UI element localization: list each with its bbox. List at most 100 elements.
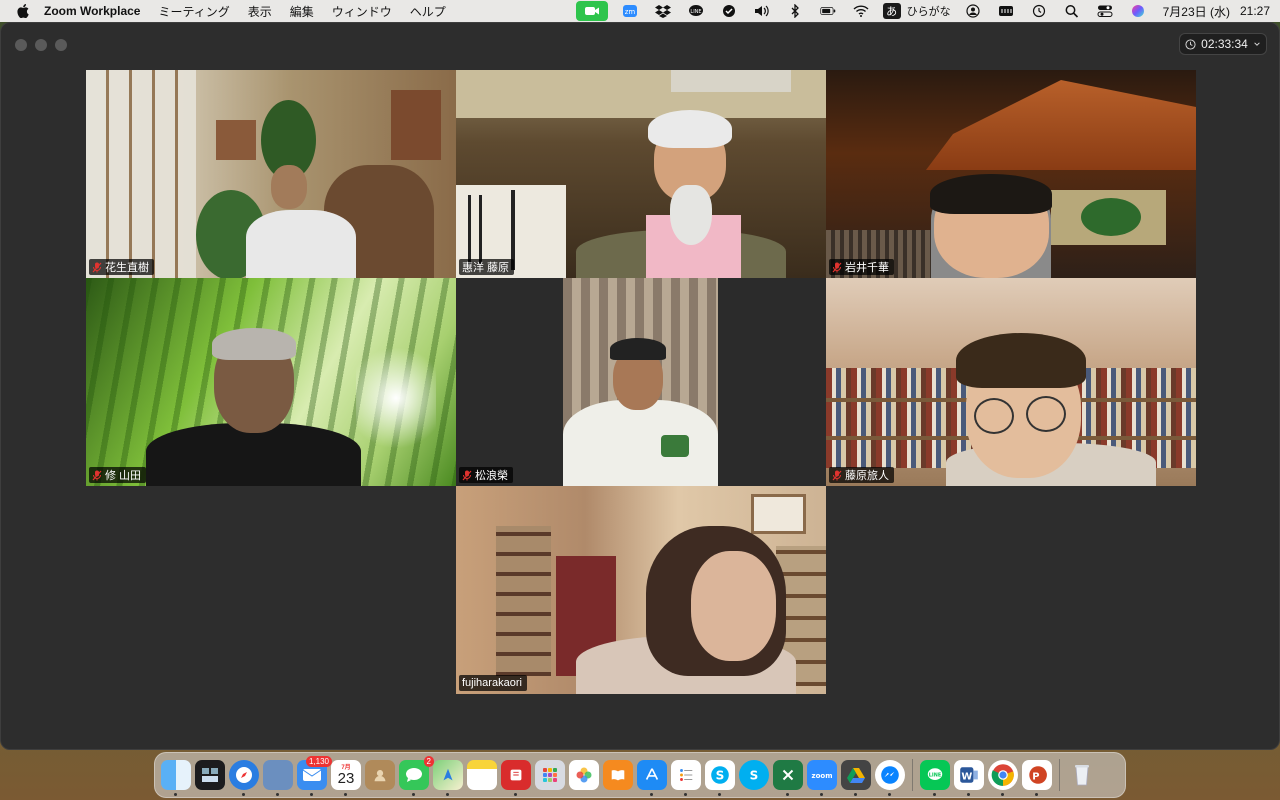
word-icon[interactable]: W: [954, 760, 984, 796]
close-window-button[interactable]: [15, 39, 27, 51]
participant-name: 修 山田: [105, 470, 142, 482]
participant-name-tag: 花生直樹: [89, 259, 154, 275]
finder-icon[interactable]: [161, 760, 191, 796]
messages-icon[interactable]: 2: [399, 756, 434, 796]
input-method-icon[interactable]: あ: [882, 3, 901, 19]
svg-text:S: S: [750, 769, 759, 783]
participant-cap: [610, 338, 666, 360]
calendar-day: 23: [337, 769, 355, 787]
zoom-menu-icon[interactable]: zm: [619, 3, 641, 19]
video-tile[interactable]: 惠洋 藤原: [456, 70, 826, 278]
time-machine-icon[interactable]: [1028, 3, 1050, 19]
calendar-icon[interactable]: 7月 23: [331, 760, 361, 796]
dock-separator: [1059, 759, 1060, 791]
skype-business-icon[interactable]: S: [739, 760, 769, 790]
menubar-time[interactable]: 21:27: [1240, 4, 1270, 18]
mission-control-icon[interactable]: [195, 760, 225, 790]
skype-icon[interactable]: S: [705, 760, 735, 796]
zoom-icon[interactable]: zoom: [807, 760, 837, 796]
books-icon[interactable]: [603, 760, 633, 790]
launchpad-icon[interactable]: [535, 760, 565, 790]
participant-name: 藤原旅人: [845, 470, 889, 482]
flashcard-app-icon[interactable]: [501, 760, 531, 796]
muted-mic-icon: [462, 470, 472, 480]
bluetooth-icon[interactable]: [784, 3, 806, 19]
app-menu[interactable]: Zoom Workplace: [44, 4, 140, 18]
dropbox-icon[interactable]: [652, 3, 674, 19]
menubar-date[interactable]: 7月23日 (水): [1163, 3, 1230, 20]
participant-name-tag: 惠洋 藤原: [459, 259, 515, 275]
video-tile-active-speaker[interactable]: fujiharakaori: [456, 486, 826, 694]
apple-icon[interactable]: [16, 4, 30, 18]
powerpoint-icon[interactable]: P: [1022, 760, 1052, 796]
line-icon[interactable]: LINE: [685, 3, 707, 19]
preview-icon[interactable]: [263, 760, 293, 796]
app-store-icon[interactable]: [637, 760, 667, 796]
svg-text:S: S: [716, 768, 725, 782]
participant-name-tag: fujiharakaori: [459, 675, 527, 691]
participant-name-tag: 藤原旅人: [829, 467, 894, 483]
svg-text:LINE: LINE: [690, 9, 701, 15]
participant-name: fujiharakaori: [462, 677, 522, 689]
battery-icon[interactable]: [817, 3, 839, 19]
maps-icon[interactable]: [433, 760, 463, 796]
mail-icon[interactable]: 1,130: [297, 756, 332, 796]
chrome-icon[interactable]: [988, 760, 1018, 796]
menu-help[interactable]: ヘルプ: [410, 3, 446, 20]
svg-text:P: P: [1032, 771, 1039, 782]
siri-icon[interactable]: [1127, 3, 1149, 19]
maximize-window-button[interactable]: [55, 39, 67, 51]
participant-name-tag: 修 山田: [89, 467, 147, 483]
participant-name: 花生直樹: [105, 262, 149, 274]
video-tile[interactable]: 藤原旅人: [826, 278, 1196, 486]
menu-meeting[interactable]: ミーティング: [158, 3, 229, 20]
control-center-icon[interactable]: [1094, 3, 1116, 19]
video-tile[interactable]: 松浪榮: [456, 278, 826, 486]
excel-icon[interactable]: [773, 760, 803, 796]
svg-text:W: W: [961, 771, 972, 782]
search-icon[interactable]: [1061, 3, 1083, 19]
dock-separator: [912, 759, 913, 791]
video-tile[interactable]: 修 山田: [86, 278, 456, 486]
google-drive-icon[interactable]: [841, 760, 871, 796]
svg-text:LINE: LINE: [929, 772, 942, 778]
contacts-icon[interactable]: [365, 760, 395, 790]
zoom-video-status-icon[interactable]: [575, 1, 608, 21]
video-tile[interactable]: 岩井千華: [826, 70, 1196, 278]
menu-edit[interactable]: 編集: [290, 3, 314, 20]
participant-beard: [670, 185, 712, 245]
clock-icon: [1185, 38, 1196, 50]
participant-head: [691, 551, 776, 661]
reminders-icon[interactable]: [671, 760, 701, 796]
participant-body: [563, 400, 718, 486]
dock: 1,130 7月 23 2 S S zoom LINE W P: [154, 752, 1126, 798]
messenger-icon[interactable]: [875, 760, 905, 796]
input-method-label[interactable]: ひらがな: [907, 3, 951, 19]
safari-icon[interactable]: [229, 760, 259, 796]
istat-menus-icon[interactable]: [995, 3, 1017, 19]
user-account-icon[interactable]: [962, 3, 984, 19]
menu-window[interactable]: ウィンドウ: [332, 3, 392, 20]
minimize-window-button[interactable]: [35, 39, 47, 51]
menu-view[interactable]: 表示: [248, 3, 272, 20]
video-tile[interactable]: 花生直樹: [86, 70, 456, 278]
meeting-timer[interactable]: 02:33:34: [1179, 33, 1267, 55]
muted-mic-icon: [832, 262, 842, 272]
participant-hair: [648, 110, 732, 148]
wifi-icon[interactable]: [850, 3, 872, 19]
participant-hair: [956, 333, 1086, 388]
notes-icon[interactable]: [467, 760, 497, 790]
trash-icon[interactable]: [1067, 760, 1097, 790]
participant-name-tag: 岩井千華: [829, 259, 894, 275]
volume-icon[interactable]: [751, 3, 773, 19]
zoom-meeting-window: 02:33:34 花生直樹 惠洋 藤原 岩井千華 修 山田 松浪榮 藤原旅人 f…: [0, 22, 1280, 750]
line-app-icon[interactable]: LINE: [920, 760, 950, 796]
chevron-down-icon: [1254, 42, 1260, 46]
meeting-timer-value: 02:33:34: [1201, 37, 1248, 51]
participant-name: 松浪榮: [475, 470, 508, 482]
photos-icon[interactable]: [569, 760, 599, 790]
sync-app-icon[interactable]: [718, 3, 740, 19]
participant-hair: [212, 328, 296, 360]
svg-text:zoom: zoom: [812, 772, 833, 780]
participant-name: 岩井千華: [845, 262, 889, 274]
